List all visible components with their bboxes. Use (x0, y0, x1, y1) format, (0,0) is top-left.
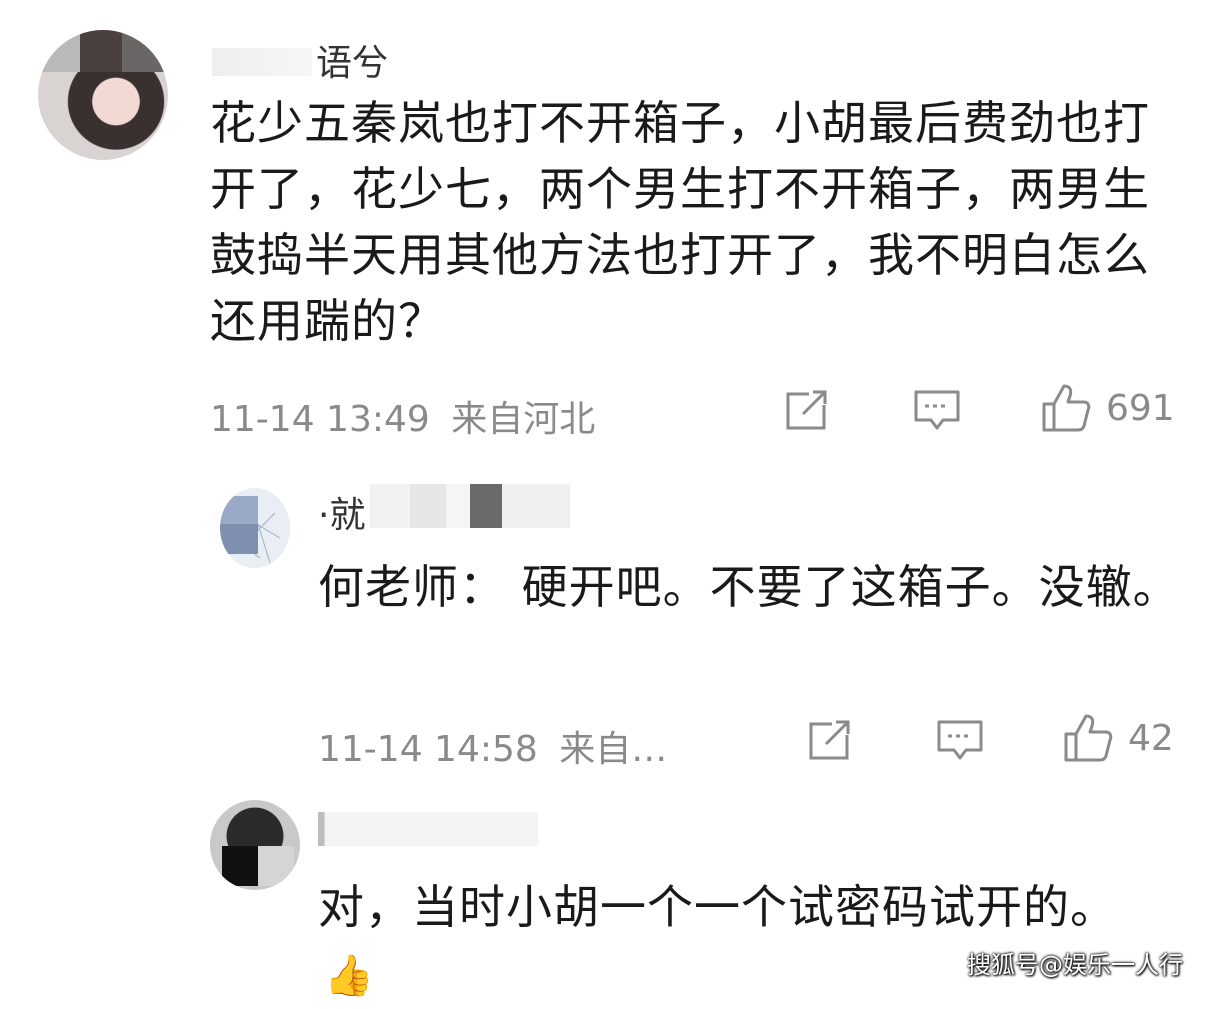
watermark: 搜狐号@娱乐一人行 (967, 951, 1183, 979)
comment-text: 对，当时小胡一个一个试密码试开的。👍 (318, 880, 1117, 999)
comment-3: 对，当时小胡一个一个试密码试开的。👍 (0, 0, 1211, 999)
thumbs-up-emoji-icon: 👍 (324, 953, 375, 999)
avatar-blur (222, 846, 258, 886)
avatar[interactable] (210, 800, 300, 890)
username-blur (318, 812, 538, 846)
